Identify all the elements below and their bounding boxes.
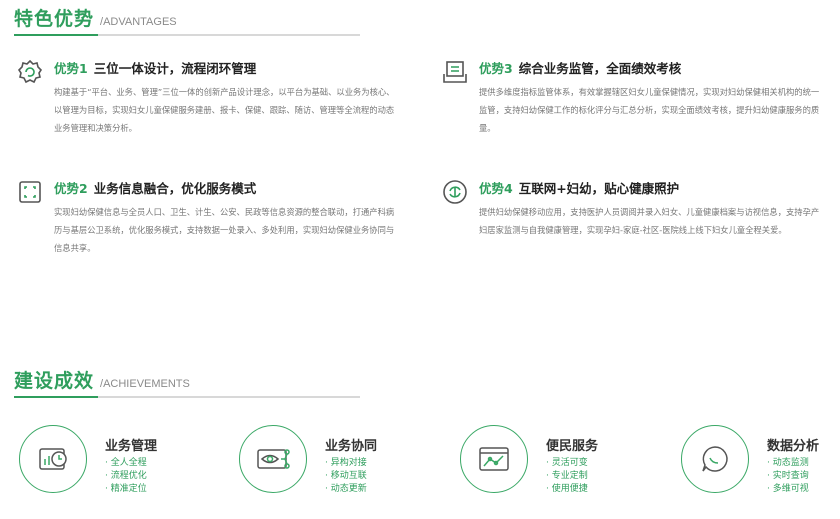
achievement-list: 异构对接 移动互联 动态更新 — [325, 457, 367, 496]
advantage-text: 构建基于“平台、业务、管理”三位一体的创新产品设计理念，以平台为基础、以业务为核… — [54, 87, 395, 133]
achievement-list: 全人全程 流程优化 精准定位 — [105, 457, 147, 496]
list-item: 异构对接 — [325, 457, 367, 470]
achievement-name: 业务管理 — [105, 439, 158, 454]
advantage-heading: 优势3 综合业务监管，全面绩效考核 — [479, 58, 827, 77]
section-title: 建设成效 — [14, 370, 95, 392]
advantage-text: 提供多维度指标监管体系，有效掌握辖区妇女儿童保健情况，实现对妇幼保健相关机构的统… — [479, 87, 820, 133]
advantage-tag: 优势1 — [54, 61, 88, 76]
achievement-list: 动态监测 实时查询 多维可视 — [767, 457, 809, 496]
list-item: 专业定制 — [546, 470, 588, 483]
advantage-heading: 优势1 三位一体设计，流程闭环管理 — [54, 58, 402, 77]
section-subtitle: /ADVANTAGES — [100, 16, 177, 28]
refresh-dollar-icon — [441, 178, 469, 206]
achievement-business-collaboration: 业务协同 异构对接 移动互联 动态更新 — [239, 425, 439, 497]
advantage-tag: 优势2 — [54, 181, 88, 196]
section-divider — [14, 34, 360, 36]
advantage-title: 综合业务监管，全面绩效考核 — [518, 61, 682, 76]
section-divider — [14, 396, 360, 398]
advantage-text: 提供妇幼保健移动应用，支持医护人员调阅并录入妇女、儿童健康档案与访视信息，支持孕… — [479, 207, 820, 235]
achievement-data-analysis: 数据分析 动态监测 实时查询 多维可视 — [681, 425, 840, 497]
achievement-business-management: 业务管理 全人全程 流程优化 精准定位 — [19, 425, 219, 497]
achievement-list: 灵活可变 专业定制 使用便捷 — [546, 457, 588, 496]
achievement-name: 数据分析 — [767, 439, 820, 454]
advantage-text: 实现妇幼保健信息与全员人口、卫生、计生、公安、民政等信息资源的整合联动，打通产科… — [54, 207, 395, 253]
advantage-tag: 优势4 — [479, 181, 513, 196]
document-tray-icon — [441, 58, 469, 86]
achievement-name: 便民服务 — [546, 439, 599, 454]
chart-clock-icon — [19, 425, 87, 493]
list-item: 流程优化 — [105, 470, 147, 483]
advantages-header: 特色优势/ADVANTAGES — [14, 4, 360, 36]
list-item: 移动互联 — [325, 470, 367, 483]
list-item: 使用便捷 — [546, 483, 588, 496]
section-title: 特色优势 — [14, 8, 95, 30]
chat-bubble-icon — [681, 425, 749, 493]
advantage-title: 业务信息融合，优化服务模式 — [93, 181, 257, 196]
advantage-title: 三位一体设计，流程闭环管理 — [93, 61, 257, 76]
section-subtitle: /ACHIEVEMENTS — [100, 378, 190, 390]
line-chart-screen-icon — [460, 425, 528, 493]
list-item: 动态监测 — [767, 457, 809, 470]
list-item: 灵活可变 — [546, 457, 588, 470]
list-item: 动态更新 — [325, 483, 367, 496]
advantage-heading: 优势2 业务信息融合，优化服务模式 — [54, 178, 402, 197]
gear-refresh-icon — [16, 58, 44, 86]
achievements-header: 建设成效/ACHIEVEMENTS — [14, 366, 360, 398]
list-item: 精准定位 — [105, 483, 147, 496]
achievement-convenience-service: 便民服务 灵活可变 专业定制 使用便捷 — [460, 425, 660, 497]
eye-network-icon — [239, 425, 307, 493]
advantage-title: 互联网+妇幼，贴心健康照护 — [518, 181, 680, 196]
scan-frame-icon — [16, 178, 44, 206]
advantage-tag: 优势3 — [479, 61, 513, 76]
list-item: 全人全程 — [105, 457, 147, 470]
list-item: 实时查询 — [767, 470, 809, 483]
advantage-heading: 优势4 互联网+妇幼，贴心健康照护 — [479, 178, 827, 197]
list-item: 多维可视 — [767, 483, 809, 496]
achievement-name: 业务协同 — [325, 439, 378, 454]
